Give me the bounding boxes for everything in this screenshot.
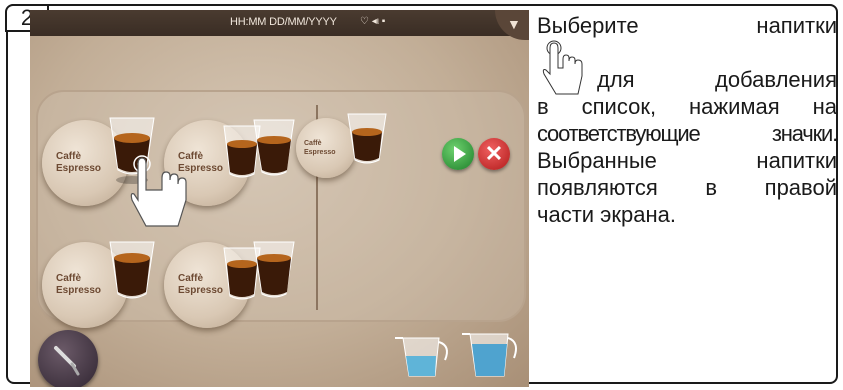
instruction-line: появляются в правой <box>537 175 837 200</box>
lock-icon: ▪ <box>381 16 386 27</box>
tap-hand-icon <box>130 155 187 227</box>
start-button[interactable] <box>442 138 474 170</box>
cancel-button[interactable]: ✕ <box>478 138 510 170</box>
wifi-icon: ♡ <box>360 16 369 27</box>
double-espresso-cup-icon <box>223 119 295 178</box>
beverage-name: Caffè <box>56 273 82 284</box>
beverage-name: Caffè <box>178 273 204 284</box>
espresso-cup-icon <box>109 241 155 299</box>
instruction-line: части экрана. <box>537 202 676 227</box>
espresso-cup-icon <box>347 113 387 164</box>
beverage-type: Espresso <box>304 149 336 156</box>
beverage-name: Caffè <box>56 151 82 162</box>
time-date-text: HH:MM DD/MM/YYYY <box>230 16 337 28</box>
steam-wand-icon <box>54 346 80 376</box>
beverage-name: Caffè <box>304 140 322 147</box>
beverage-type: Espresso <box>56 163 102 174</box>
instruction-line: соответствующие значки. <box>537 121 838 146</box>
status-bar: HH:MM DD/MM/YYYY ♡ ◂ι ▪ <box>30 10 529 36</box>
instruction-spacer <box>537 39 837 66</box>
status-icons: ♡ ◂ι ▪ <box>360 16 385 27</box>
milk-jug-icon[interactable] <box>395 332 455 382</box>
instruction-line: Выберите напитки <box>537 13 837 38</box>
beverage-type: Espresso <box>56 285 102 296</box>
instruction-line: Выбранные напитки <box>537 148 837 173</box>
close-icon: ✕ <box>484 141 504 166</box>
steam-wand-button[interactable] <box>38 330 98 387</box>
instruction-text: Выберите напитки для добавления в список… <box>537 12 838 228</box>
speaker-icon: ◂ι <box>371 16 379 27</box>
beverage-type: Espresso <box>178 285 224 296</box>
double-espresso-cup-icon <box>223 241 295 300</box>
chevron-down-icon: ▼ <box>507 16 521 32</box>
manual-illustration: 2 HH:MM DD/MM/YYYY ♡ ◂ι ▪ ▼ Caffè Espres… <box>0 0 843 390</box>
instruction-line: для добавления <box>597 67 837 92</box>
machine-display: HH:MM DD/MM/YYYY ♡ ◂ι ▪ ▼ Caffè Espresso… <box>30 10 529 387</box>
milk-jug-icon[interactable] <box>462 328 522 382</box>
instruction-line: в список, нажимая на <box>537 94 837 119</box>
